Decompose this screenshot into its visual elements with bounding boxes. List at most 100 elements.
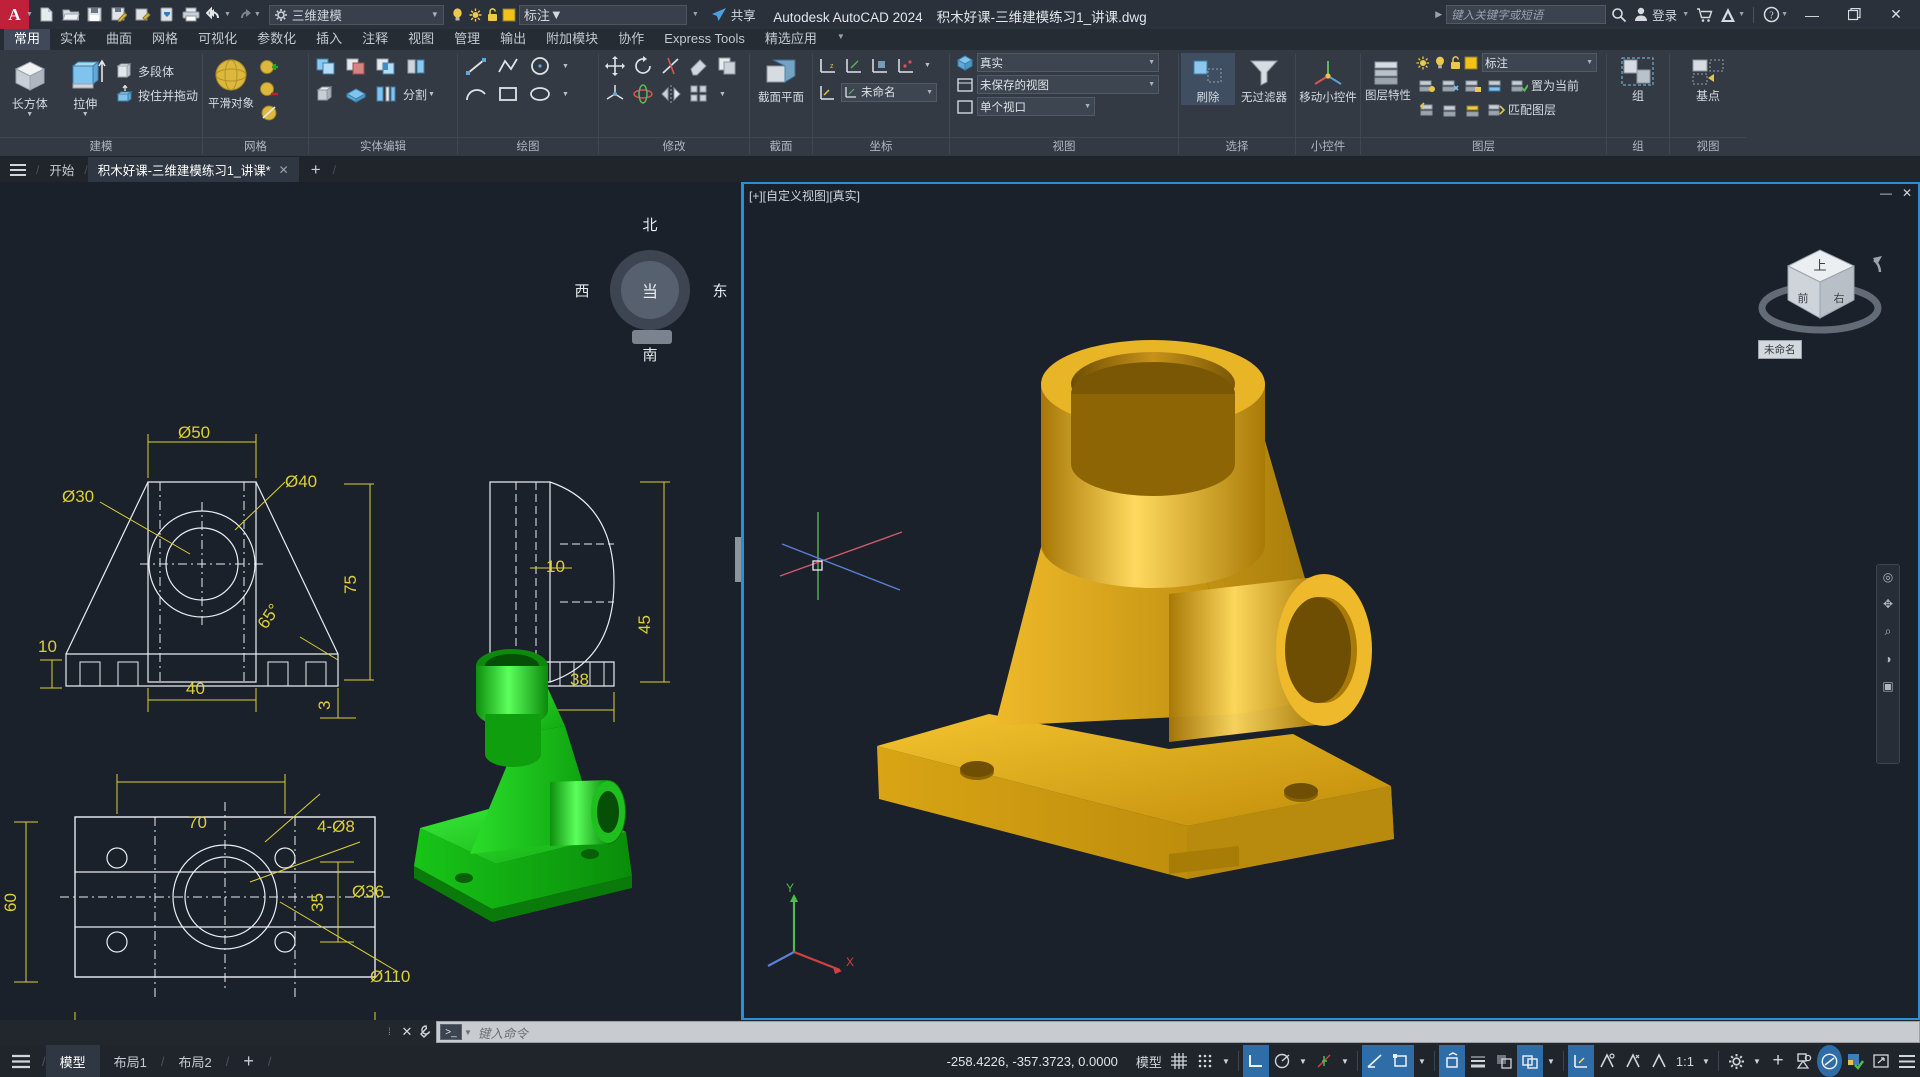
chevron-down-icon[interactable]: ▼ bbox=[26, 111, 33, 119]
unlock-icon[interactable] bbox=[486, 7, 499, 23]
polar-dropdown-icon[interactable]: ▼ bbox=[1295, 1045, 1311, 1077]
ribbon-tab-parametric[interactable]: 参数化 bbox=[247, 29, 306, 50]
showmotion-icon[interactable]: ▣ bbox=[1882, 679, 1893, 693]
wrench-icon[interactable] bbox=[416, 1025, 436, 1040]
selection-cycling-toggle[interactable] bbox=[1517, 1045, 1543, 1077]
status-menu-icon[interactable] bbox=[0, 1045, 42, 1077]
ucs-named-combo[interactable]: 未命名 ▼ bbox=[841, 83, 937, 102]
snap-mode-toggle[interactable] bbox=[1192, 1045, 1218, 1077]
viewport-label[interactable]: [+][自定义视图][真实] bbox=[749, 187, 860, 204]
dynamic-ucs-toggle[interactable] bbox=[1388, 1045, 1414, 1077]
layer-properties-button[interactable]: 图层特性 bbox=[1363, 53, 1413, 102]
ucs-face-icon[interactable] bbox=[867, 52, 893, 78]
ribbon-tab-surface[interactable]: 曲面 bbox=[96, 29, 142, 50]
ucs-3point-icon[interactable] bbox=[893, 52, 919, 78]
sun-icon[interactable] bbox=[1415, 55, 1431, 71]
model-3d-gold[interactable] bbox=[869, 294, 1569, 914]
circle-dropdown-icon[interactable]: ▼ bbox=[556, 52, 574, 80]
export-icon[interactable] bbox=[131, 2, 155, 28]
model-space-label[interactable]: 模型 bbox=[1132, 1045, 1166, 1077]
search-icon[interactable] bbox=[1608, 2, 1630, 28]
cycling-dropdown-icon[interactable]: ▼ bbox=[1543, 1045, 1559, 1077]
scale-dropdown-icon[interactable]: ▼ bbox=[1698, 1045, 1714, 1077]
close-icon[interactable]: ✕ bbox=[279, 163, 289, 177]
move-gizmo-button[interactable]: 移动小控件 bbox=[1299, 53, 1357, 104]
ribbon-tab-addins[interactable]: 附加模块 bbox=[536, 29, 608, 50]
navigation-bar[interactable]: ◎ ✥ ⌕ ◑ ▣ bbox=[1876, 564, 1900, 764]
command-line[interactable]: ⁞ ✕ >_ ▼ 键入命令 bbox=[388, 1019, 1920, 1045]
ellipse-dropdown-icon[interactable]: ▼ bbox=[556, 80, 574, 108]
steering-wheel-icon[interactable]: ◎ bbox=[1883, 570, 1893, 584]
save-as-icon[interactable] bbox=[107, 2, 131, 28]
grid-display-toggle[interactable] bbox=[1166, 1045, 1192, 1077]
ribbon-tab-visualize[interactable]: 可视化 bbox=[188, 29, 247, 50]
file-tab-menu-icon[interactable] bbox=[0, 157, 36, 182]
file-tab-drawing[interactable]: 积木好课-三维建模练习1_讲课* ✕ bbox=[88, 157, 299, 182]
annotation-scale-sync[interactable] bbox=[1646, 1045, 1672, 1077]
sign-in-label[interactable]: 登录 bbox=[1652, 5, 1677, 24]
named-view-combo[interactable]: 未保存的视图 ▼ bbox=[977, 75, 1159, 94]
ribbon-tab-home[interactable]: 常用 bbox=[4, 29, 50, 50]
trim-icon[interactable] bbox=[657, 52, 685, 80]
array-icon[interactable] bbox=[685, 80, 713, 108]
layout-tab-layout2[interactable]: 布局2 bbox=[165, 1045, 226, 1077]
filter-button[interactable]: 无过滤器 bbox=[1235, 53, 1293, 105]
ribbon-collapse-caret-icon[interactable]: ▼ bbox=[827, 27, 855, 50]
layer-lock-icon[interactable] bbox=[1461, 74, 1484, 97]
polysolid-button[interactable]: 多段体 bbox=[113, 59, 200, 83]
chevron-down-icon[interactable]: ▼ bbox=[1148, 59, 1155, 66]
ribbon-tab-output[interactable]: 输出 bbox=[490, 29, 536, 50]
arc-icon[interactable] bbox=[460, 80, 492, 108]
file-tab-start[interactable]: 开始 bbox=[39, 157, 84, 182]
polyline-icon[interactable] bbox=[492, 52, 524, 80]
osnap-dropdown-icon[interactable]: ▼ bbox=[1414, 1045, 1430, 1077]
3d-move-icon[interactable] bbox=[601, 80, 629, 108]
rectangle-icon[interactable] bbox=[492, 80, 524, 108]
smooth-less-icon[interactable] bbox=[257, 78, 280, 101]
annotation-scale-value[interactable]: 1:1 bbox=[1672, 1045, 1698, 1077]
autocad-logo-icon[interactable]: A bbox=[0, 0, 29, 29]
union-icon[interactable] bbox=[311, 52, 341, 80]
osnap-track-dropdown-icon[interactable]: ▼ bbox=[1337, 1045, 1353, 1077]
move-icon[interactable] bbox=[601, 52, 629, 80]
workspace-selector[interactable]: 三维建模 ▼ bbox=[269, 5, 444, 25]
lineweight-toggle[interactable] bbox=[1465, 1045, 1491, 1077]
autoscale-toggle[interactable] bbox=[1620, 1045, 1646, 1077]
layer-selector[interactable]: 标注 ▼ bbox=[519, 5, 687, 25]
rotate-icon[interactable] bbox=[629, 52, 657, 80]
ucs-dropdown-icon[interactable]: ▼ bbox=[919, 52, 935, 78]
ucs-icon[interactable]: z bbox=[815, 52, 841, 78]
redo-arrow-icon[interactable] bbox=[233, 2, 257, 28]
user-icon[interactable] bbox=[1632, 2, 1650, 28]
drawing-canvas[interactable]: Ø50 Ø40 Ø30 10 40 75 65° 3 10 45 38 70 4… bbox=[0, 182, 1920, 1020]
presspull-button[interactable]: 按住并拖动 bbox=[113, 83, 200, 107]
unlock-icon[interactable] bbox=[1449, 55, 1462, 71]
layer-previous-icon[interactable] bbox=[1415, 98, 1438, 121]
extrude-faces-icon[interactable] bbox=[311, 80, 341, 108]
ribbon-tab-collaborate[interactable]: 协作 bbox=[608, 29, 654, 50]
copy-icon[interactable] bbox=[713, 52, 741, 80]
command-input[interactable]: >_ ▼ 键入命令 bbox=[436, 1021, 1920, 1043]
circle-icon[interactable] bbox=[524, 52, 556, 80]
layer-walk-icon[interactable] bbox=[1438, 98, 1461, 121]
ribbon-tab-insert[interactable]: 插入 bbox=[306, 29, 352, 50]
ribbon-tab-view[interactable]: 视图 bbox=[398, 29, 444, 50]
apps-caret-icon[interactable]: ▼ bbox=[1738, 11, 1745, 18]
layout-tab-model[interactable]: 模型 bbox=[46, 1045, 100, 1077]
share-button[interactable]: 共享 bbox=[711, 5, 756, 24]
ribbon-tab-express-tools[interactable]: Express Tools bbox=[654, 29, 755, 50]
object-snap-toggle[interactable] bbox=[1362, 1045, 1388, 1077]
ortho-mode-toggle[interactable] bbox=[1243, 1045, 1269, 1077]
layer-merge-icon[interactable] bbox=[1461, 98, 1484, 121]
save-disk-icon[interactable] bbox=[83, 2, 107, 28]
ribbon-tab-solid[interactable]: 实体 bbox=[50, 29, 96, 50]
ucs-icon-display-toggle[interactable] bbox=[1568, 1045, 1594, 1077]
ucs-world-icon[interactable] bbox=[841, 52, 867, 78]
current-layer-combo[interactable]: 标注 ▼ bbox=[1482, 53, 1597, 72]
layer-freeze-icon[interactable] bbox=[1438, 74, 1461, 97]
open-folder-icon[interactable] bbox=[59, 2, 83, 28]
section-plane-button[interactable]: 截面平面 bbox=[753, 53, 809, 104]
match-layer-button[interactable]: 匹配图层 bbox=[1487, 101, 1556, 119]
undo-dropdown-icon[interactable]: ▼ bbox=[224, 11, 231, 18]
base-view-button[interactable]: 基点 bbox=[1679, 53, 1737, 103]
